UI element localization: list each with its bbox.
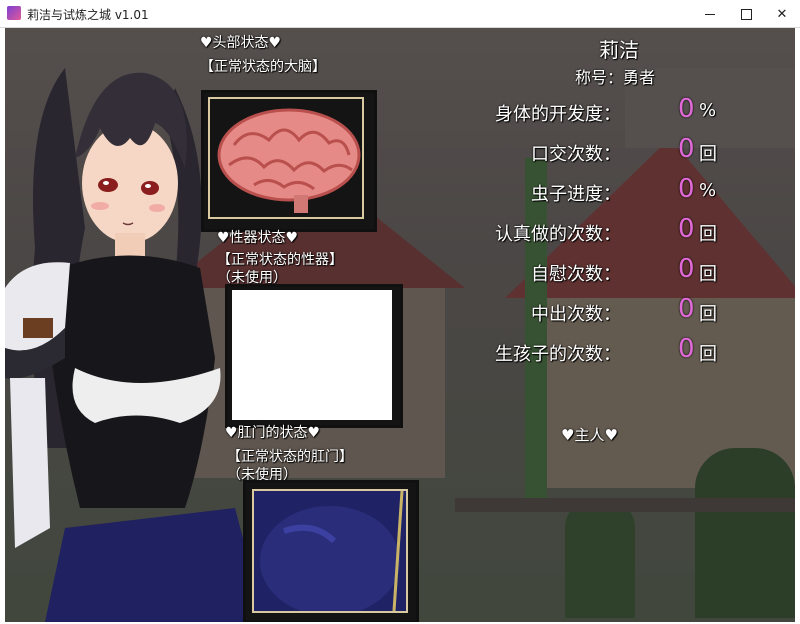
genital-status-title: ♥性器状态♥ [217, 230, 299, 246]
minimize-icon [705, 13, 715, 15]
anal-status-state: 【正常状态的肛门】 [227, 449, 353, 465]
stat-label: 自慰次数： [531, 264, 621, 285]
window-title: 莉洁与试炼之城 v1.01 [27, 8, 149, 22]
close-icon: ✕ [776, 6, 788, 22]
anal-status-title: ♥肛门的状态♥ [225, 425, 321, 441]
stat-unit: % [699, 100, 717, 121]
maximize-icon [740, 8, 752, 20]
close-button[interactable]: ✕ [764, 0, 800, 28]
head-status-title: ♥头部状态♥ [200, 35, 282, 51]
stat-value: 0 [678, 94, 695, 124]
stat-label: 认真做的次数： [495, 224, 621, 245]
stat-unit: % [699, 180, 717, 201]
brain-icon [217, 108, 361, 213]
stat-label: 中出次数： [531, 304, 621, 325]
stat-label: 生孩子的次数： [495, 344, 621, 365]
genital-status-image [225, 284, 403, 428]
stat-value: 0 [678, 334, 695, 364]
head-status-state: 【正常状态的大脑】 [200, 59, 326, 75]
app-icon [7, 6, 21, 20]
character-name: 莉洁 [599, 38, 639, 62]
stat-label: 虫子进度： [531, 184, 621, 205]
character-title: 称号：勇者 [575, 68, 656, 87]
brain-status-image [201, 90, 377, 232]
censored-box [232, 290, 392, 420]
minimize-button[interactable] [692, 0, 728, 28]
stat-value: 0 [678, 134, 695, 164]
stat-value: 0 [678, 174, 695, 204]
game-canvas: ♥头部状态♥ 【正常状态的大脑】 ♥性器状态♥ 【正常状态的性器】 （未使用） … [5, 28, 795, 622]
stat-label: 口交次数： [531, 144, 621, 165]
stat-unit: 回 [699, 144, 717, 165]
stat-value: 0 [678, 254, 695, 284]
genital-status-state: 【正常状态的性器】 [217, 252, 343, 268]
maximize-button[interactable] [728, 0, 764, 28]
master-label: ♥主人♥ [561, 426, 618, 444]
anal-status-image [243, 480, 419, 622]
stat-label: 身体的开发度： [495, 104, 621, 125]
stat-value: 0 [678, 294, 695, 324]
stat-unit: 回 [699, 304, 717, 325]
stat-value: 0 [678, 214, 695, 244]
stat-unit: 回 [699, 344, 717, 365]
stat-unit: 回 [699, 264, 717, 285]
window-titlebar: 莉洁与试炼之城 v1.01 ✕ [0, 0, 800, 28]
stat-unit: 回 [699, 224, 717, 245]
skirt-closeup-icon [260, 491, 404, 611]
